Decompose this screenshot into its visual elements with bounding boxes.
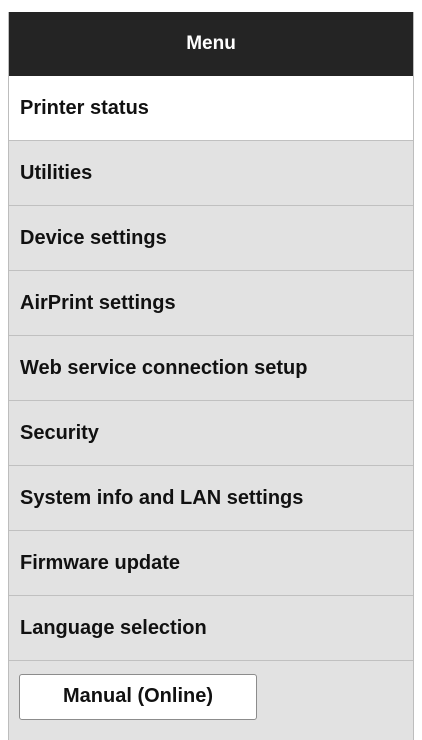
menu-item-printer-status[interactable]: Printer status — [9, 76, 413, 141]
menu-item-label: AirPrint settings — [20, 291, 176, 314]
menu-item-device-settings[interactable]: Device settings — [9, 206, 413, 271]
menu-item-label: Printer status — [20, 96, 149, 119]
menu-item-label: Language selection — [20, 616, 207, 639]
menu-footer: Manual (Online) — [9, 661, 413, 732]
menu-item-web-service-connection-setup[interactable]: Web service connection setup — [9, 336, 413, 401]
menu-item-system-info-lan-settings[interactable]: System info and LAN settings — [9, 466, 413, 531]
menu-panel: Menu Printer status Utilities Device set… — [8, 12, 414, 740]
menu-item-label: Security — [20, 421, 99, 444]
menu-item-language-selection[interactable]: Language selection — [9, 596, 413, 661]
menu-item-label: Firmware update — [20, 551, 181, 574]
menu-header: Menu — [9, 12, 413, 76]
menu-item-label: System info and LAN settings — [20, 486, 304, 509]
menu-item-utilities[interactable]: Utilities — [9, 141, 413, 206]
menu-item-label: Utilities — [20, 161, 93, 184]
menu-item-label: Web service connection setup — [20, 356, 308, 379]
menu-item-security[interactable]: Security — [9, 401, 413, 466]
menu-item-airprint-settings[interactable]: AirPrint settings — [9, 271, 413, 336]
manual-online-button[interactable]: Manual (Online) — [19, 673, 257, 720]
menu-title: Menu — [186, 33, 236, 54]
menu-item-firmware-update[interactable]: Firmware update — [9, 531, 413, 596]
menu-item-label: Device settings — [20, 226, 167, 249]
